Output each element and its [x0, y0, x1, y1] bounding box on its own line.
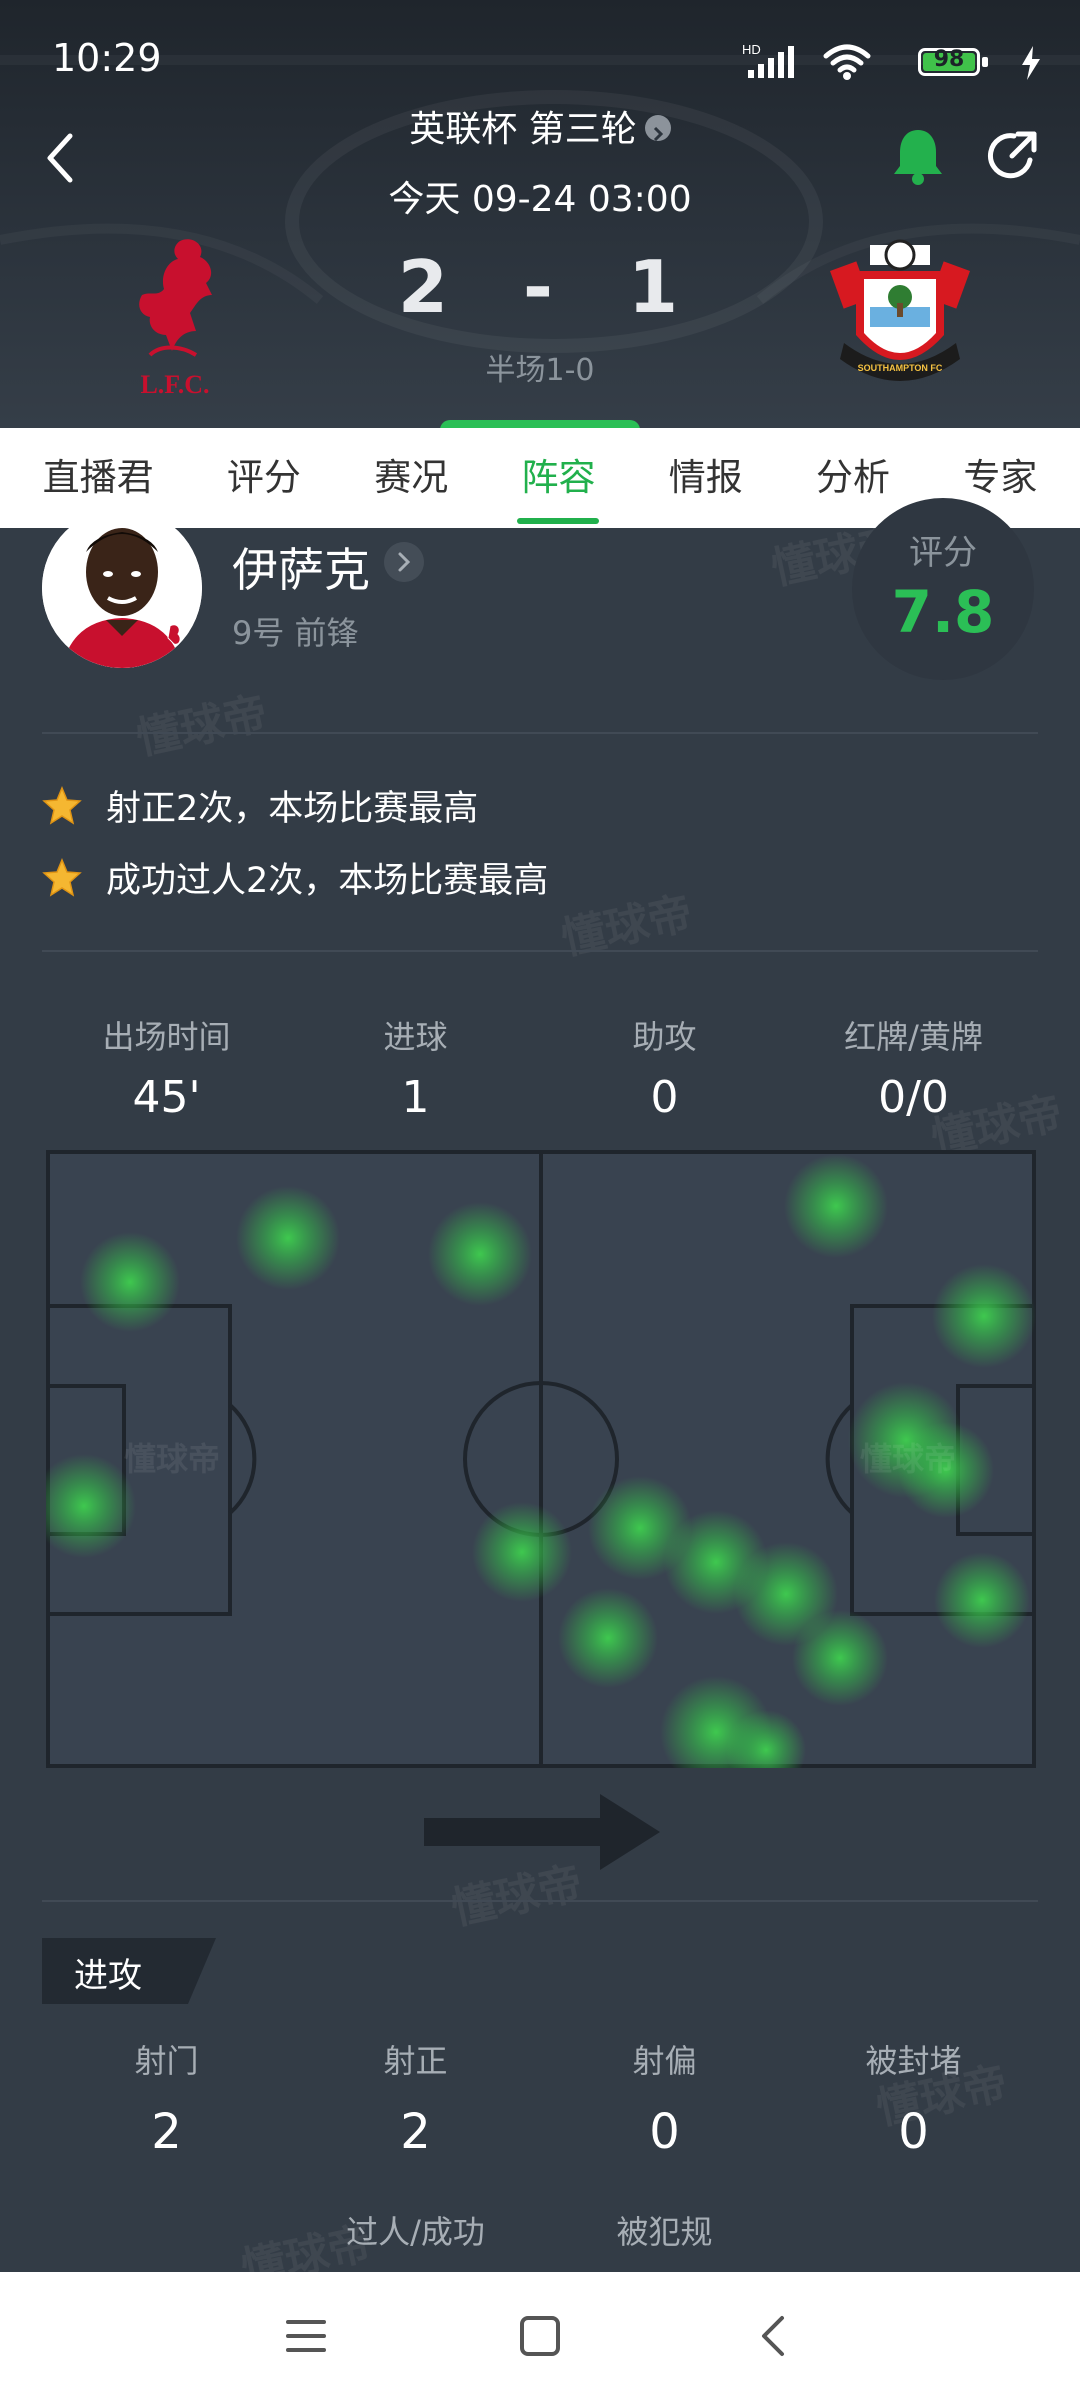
charging-icon	[1022, 46, 1040, 80]
stat-shots-off-target: 射偏 0	[540, 2036, 789, 2160]
score-separator: -	[523, 245, 557, 329]
divider	[42, 732, 1038, 734]
stat-label: 助攻	[632, 1018, 697, 1056]
summary-stats: 出场时间 45' 进球 1 助攻 0 红牌/黄牌 0/0	[42, 1012, 1038, 1123]
stat-goals: 进球 1	[291, 1012, 540, 1123]
divider	[42, 1900, 1038, 1902]
svg-text:HD: HD	[742, 42, 761, 57]
status-time: 10:29	[52, 36, 162, 80]
attack-section-title: 进攻	[74, 1956, 142, 1996]
bell-icon[interactable]	[890, 126, 946, 186]
highlight-item: 射正2次，本场比赛最高	[42, 780, 478, 831]
back-icon[interactable]	[746, 2308, 802, 2364]
star-icon	[42, 786, 82, 825]
away-team-logo[interactable]: SOUTHAMPTON FC	[830, 235, 970, 395]
tab-match-status[interactable]: 赛况	[368, 428, 454, 528]
wifi-icon	[823, 44, 871, 80]
competition-name: 英联杯 第三轮	[409, 109, 637, 150]
status-icons: HD 98	[742, 40, 1042, 84]
stat-label: 过人/成功	[346, 2213, 485, 2251]
tab-lineup[interactable]: 阵容	[515, 428, 601, 528]
chevron-right-icon	[644, 115, 671, 142]
stat-value: 0	[898, 2104, 929, 2160]
battery-icon: 98	[918, 47, 980, 76]
watermark: 懂球帝	[557, 887, 697, 966]
rating-label: 评分	[909, 533, 977, 573]
menu-icon[interactable]	[278, 2308, 334, 2364]
away-score: 1	[628, 245, 683, 329]
system-nav-bar	[0, 2272, 1080, 2400]
stat-label: 进球	[383, 1018, 448, 1056]
match-header: 10:29 HD 98 英联杯 第三轮 今天 09-24 03:00 L.F.C…	[0, 0, 1080, 428]
stat-minutes: 出场时间 45'	[42, 1012, 291, 1123]
watermark: 懂球帝	[132, 687, 272, 766]
battery-level: 98	[933, 47, 965, 72]
stat-value: 2	[400, 2104, 431, 2160]
svg-text:SOUTHAMPTON FC: SOUTHAMPTON FC	[858, 363, 943, 373]
share-icon[interactable]	[984, 128, 1040, 184]
attack-stats-next-row: 过人/成功 被犯规	[42, 2207, 1038, 2253]
rating-value: 7.8	[891, 578, 995, 646]
highlight-text: 射正2次，本场比赛最高	[106, 789, 479, 829]
home-score: 2	[397, 245, 452, 329]
pitch-watermark: 懂球帝	[124, 1440, 220, 1478]
stat-cards: 红牌/黄牌 0/0	[789, 1012, 1038, 1123]
attack-section-tag: 进攻	[42, 1938, 216, 2004]
stat-label: 射偏	[632, 2042, 697, 2080]
stat-shots-blocked: 被封堵 0	[789, 2036, 1038, 2160]
attack-stats: 射门 2 射正 2 射偏 0 被封堵 0	[42, 2036, 1038, 2160]
stat-value: 0	[650, 1072, 679, 1123]
stat-label: 出场时间	[102, 1018, 231, 1056]
player-number-position: 9号 前锋	[232, 614, 359, 652]
stat-value: 45'	[132, 1072, 201, 1123]
pitch-watermark: 懂球帝	[860, 1440, 956, 1478]
stat-label: 射门	[134, 2042, 199, 2080]
stat-value: 2	[151, 2104, 182, 2160]
tab-ratings[interactable]: 评分	[221, 428, 307, 528]
stat-shots: 射门 2	[42, 2036, 291, 2160]
pull-handle	[440, 420, 640, 428]
attack-direction-arrow-icon	[424, 1794, 660, 1870]
home-icon[interactable]	[512, 2308, 568, 2364]
player-name[interactable]: 伊萨克	[232, 534, 370, 600]
stat-assists: 助攻 0	[540, 1012, 789, 1123]
tab-intel[interactable]: 情报	[663, 428, 749, 528]
star-icon	[42, 858, 82, 897]
signal-icon: HD	[742, 42, 794, 78]
stat-value: 0	[649, 2104, 680, 2160]
stat-label: 被犯规	[616, 2213, 713, 2251]
player-avatar[interactable]	[42, 508, 202, 668]
highlight-text: 成功过人2次，本场比赛最高	[106, 861, 549, 901]
divider	[42, 950, 1038, 952]
heatmap-pitch: 懂球帝 懂球帝	[46, 1150, 1036, 1768]
stat-value: 0/0	[878, 1072, 949, 1123]
chevron-right-icon[interactable]	[384, 542, 424, 582]
stat-value: 1	[401, 1072, 430, 1123]
stat-shots-on-target: 射正 2	[291, 2036, 540, 2160]
stat-label: 被封堵	[865, 2042, 962, 2080]
stat-label: 射正	[383, 2042, 448, 2080]
stat-label: 红牌/黄牌	[844, 1018, 983, 1056]
highlight-item: 成功过人2次，本场比赛最高	[42, 852, 548, 903]
